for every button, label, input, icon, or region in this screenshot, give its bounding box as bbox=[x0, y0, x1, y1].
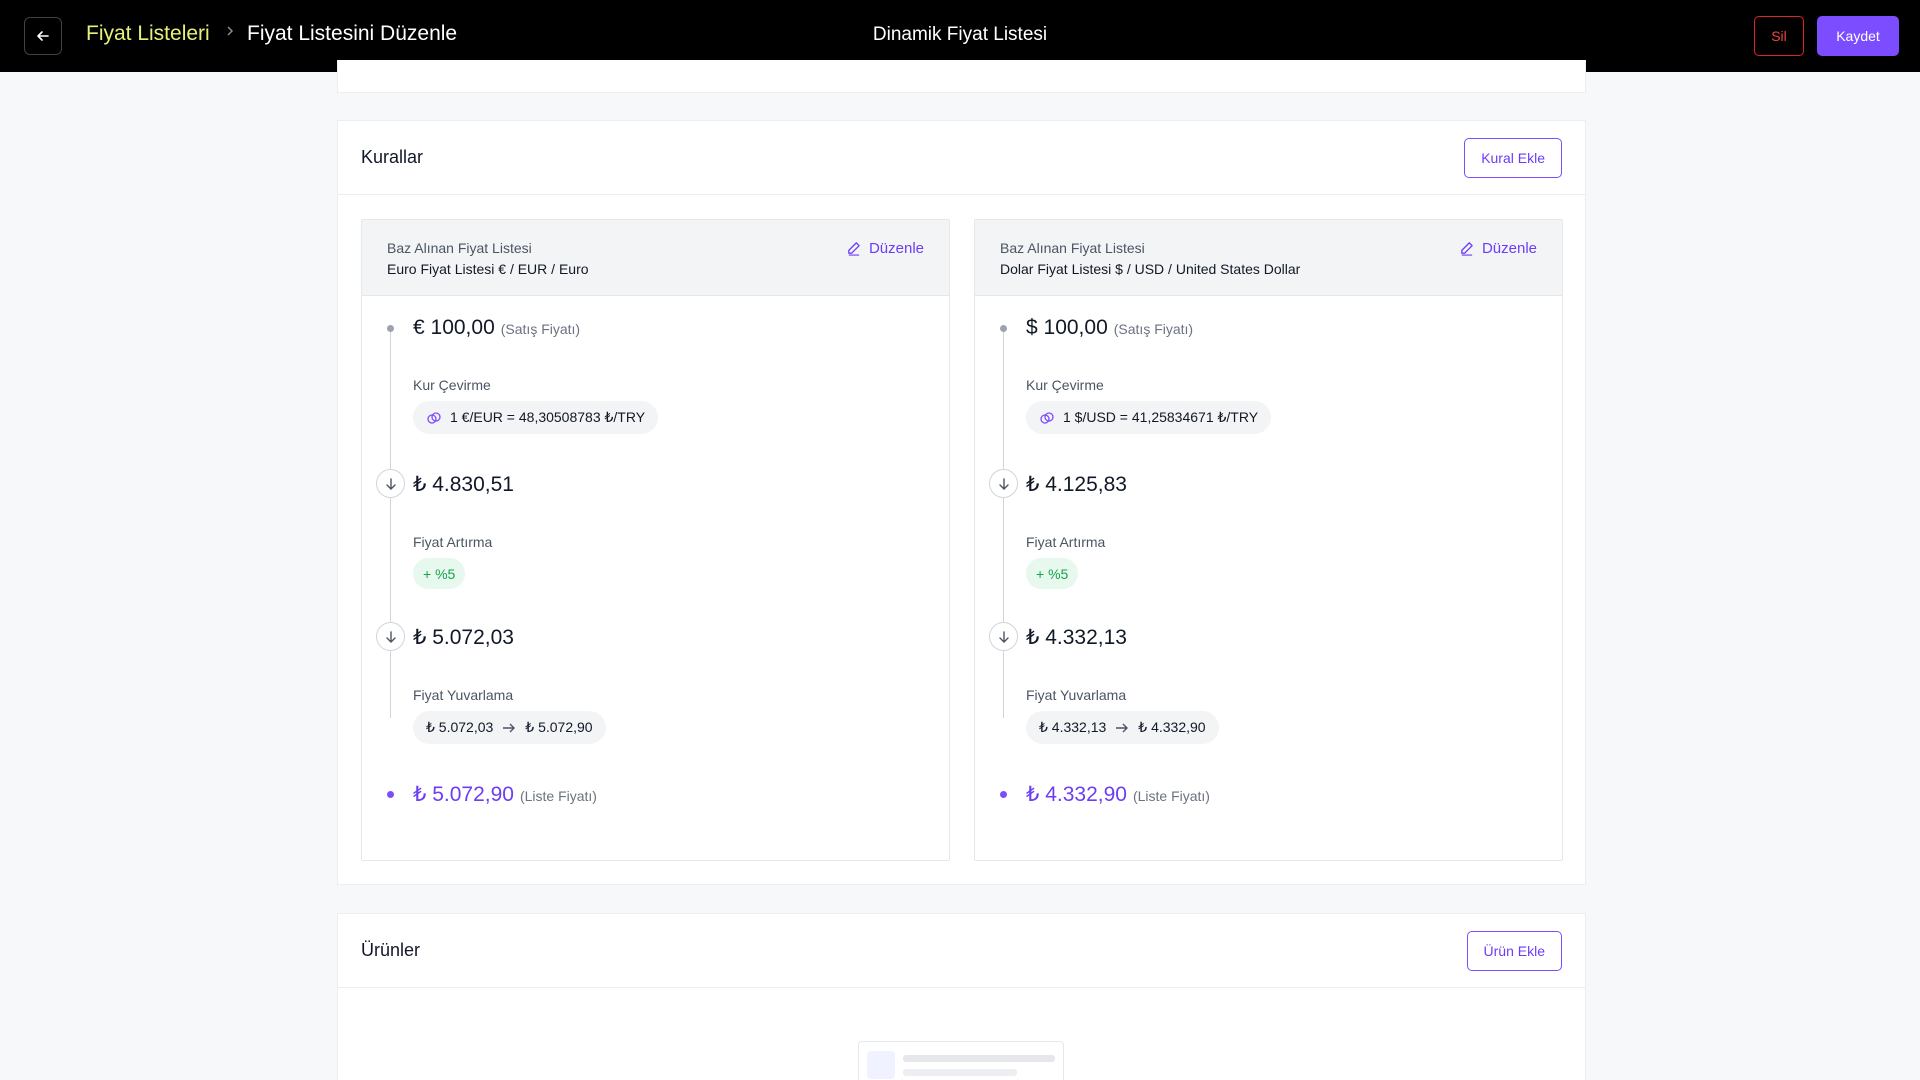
rounding-label: Fiyat Yuvarlama bbox=[1026, 687, 1127, 703]
timeline-dot-final bbox=[1000, 791, 1007, 798]
sale-price: € 100,00 (Satış Fiyatı) bbox=[413, 316, 581, 339]
edit-rule-button[interactable]: Düzenle bbox=[1459, 240, 1537, 257]
timeline-dot bbox=[387, 325, 394, 332]
arrow-down-icon bbox=[989, 622, 1018, 651]
currency-exchange-icon bbox=[427, 411, 441, 424]
increased-price: ₺ 4.332,13 bbox=[1026, 626, 1127, 649]
page-title: Dinamik Fiyat Listesi bbox=[872, 24, 1048, 45]
timeline-dot-final bbox=[387, 791, 394, 798]
base-list-label: Baz Alınan Fiyat Listesi bbox=[387, 240, 532, 256]
list-price: ₺ 5.072,90 (Liste Fiyatı) bbox=[413, 783, 597, 806]
pencil-icon bbox=[848, 242, 860, 256]
increase-badge: + %5 bbox=[413, 558, 466, 589]
increase-label: Fiyat Artırma bbox=[413, 534, 493, 550]
rules-title: Kurallar bbox=[361, 147, 424, 167]
conversion-label: Kur Çevirme bbox=[413, 377, 491, 393]
placeholder-line bbox=[903, 1055, 1055, 1062]
rules-panel: Kurallar Kural Ekle Baz Alınan Fiyat Lis… bbox=[337, 120, 1586, 885]
save-button[interactable]: Kaydet bbox=[1817, 16, 1899, 56]
base-list-value: Euro Fiyat Listesi € / EUR / Euro bbox=[387, 261, 589, 277]
timeline-line bbox=[390, 328, 391, 718]
rounding-pill: ₺ 4.332,13 ₺ 4.332,90 bbox=[1026, 711, 1219, 744]
products-header: Ürünler Ürün Ekle bbox=[338, 914, 1585, 988]
delete-button[interactable]: Sil bbox=[1754, 16, 1804, 56]
sale-price: $ 100,00 (Satış Fiyatı) bbox=[1026, 316, 1194, 339]
arrow-right-icon bbox=[503, 723, 516, 732]
currency-exchange-icon bbox=[1040, 411, 1054, 424]
edit-rule-button[interactable]: Düzenle bbox=[846, 240, 924, 257]
rule-card-header: Baz Alınan Fiyat Listesi Euro Fiyat List… bbox=[362, 220, 949, 296]
rule-card-header: Baz Alınan Fiyat Listesi Dolar Fiyat Lis… bbox=[975, 220, 1562, 296]
converted-price: ₺ 4.830,51 bbox=[413, 473, 514, 496]
arrow-right-icon bbox=[1116, 723, 1129, 732]
placeholder-line bbox=[903, 1069, 1017, 1076]
increase-badge: + %5 bbox=[1026, 558, 1079, 589]
timeline-line bbox=[1003, 328, 1004, 718]
products-panel: Ürünler Ürün Ekle bbox=[337, 913, 1586, 1080]
converted-price: ₺ 4.125,83 bbox=[1026, 473, 1127, 496]
rule-card: Baz Alınan Fiyat Listesi Euro Fiyat List… bbox=[361, 219, 950, 861]
rule-card: Baz Alınan Fiyat Listesi Dolar Fiyat Lis… bbox=[974, 219, 1563, 861]
timeline-dot bbox=[1000, 325, 1007, 332]
add-product-button[interactable]: Ürün Ekle bbox=[1466, 931, 1562, 971]
rules-header: Kurallar Kural Ekle bbox=[338, 121, 1585, 195]
pencil-icon bbox=[1461, 242, 1473, 256]
rounding-pill: ₺ 5.072,03 ₺ 5.072,90 bbox=[413, 711, 606, 744]
products-title: Ürünler bbox=[361, 940, 421, 960]
base-list-value: Dolar Fiyat Listesi $ / USD / United Sta… bbox=[1000, 261, 1301, 277]
add-rule-button[interactable]: Kural Ekle bbox=[1464, 138, 1562, 178]
conversion-rate-pill: 1 €/EUR = 48,30508783 ₺/TRY bbox=[413, 401, 659, 434]
edit-rule-label: Düzenle bbox=[868, 240, 924, 257]
rounding-label: Fiyat Yuvarlama bbox=[413, 687, 514, 703]
placeholder-thumbnail bbox=[867, 1051, 895, 1079]
base-list-label: Baz Alınan Fiyat Listesi bbox=[1000, 240, 1145, 256]
conversion-rate-pill: 1 $/USD = 41,25834671 ₺/TRY bbox=[1026, 401, 1272, 434]
increase-label: Fiyat Artırma bbox=[1026, 534, 1106, 550]
edit-rule-label: Düzenle bbox=[1481, 240, 1537, 257]
previous-panel bbox=[337, 60, 1586, 93]
arrow-down-icon bbox=[376, 469, 405, 498]
increased-price: ₺ 5.072,03 bbox=[413, 626, 514, 649]
empty-state-illustration bbox=[858, 1041, 1064, 1080]
conversion-label: Kur Çevirme bbox=[1026, 377, 1104, 393]
arrow-down-icon bbox=[989, 469, 1018, 498]
list-price: ₺ 4.332,90 (Liste Fiyatı) bbox=[1026, 783, 1210, 806]
arrow-down-icon bbox=[376, 622, 405, 651]
